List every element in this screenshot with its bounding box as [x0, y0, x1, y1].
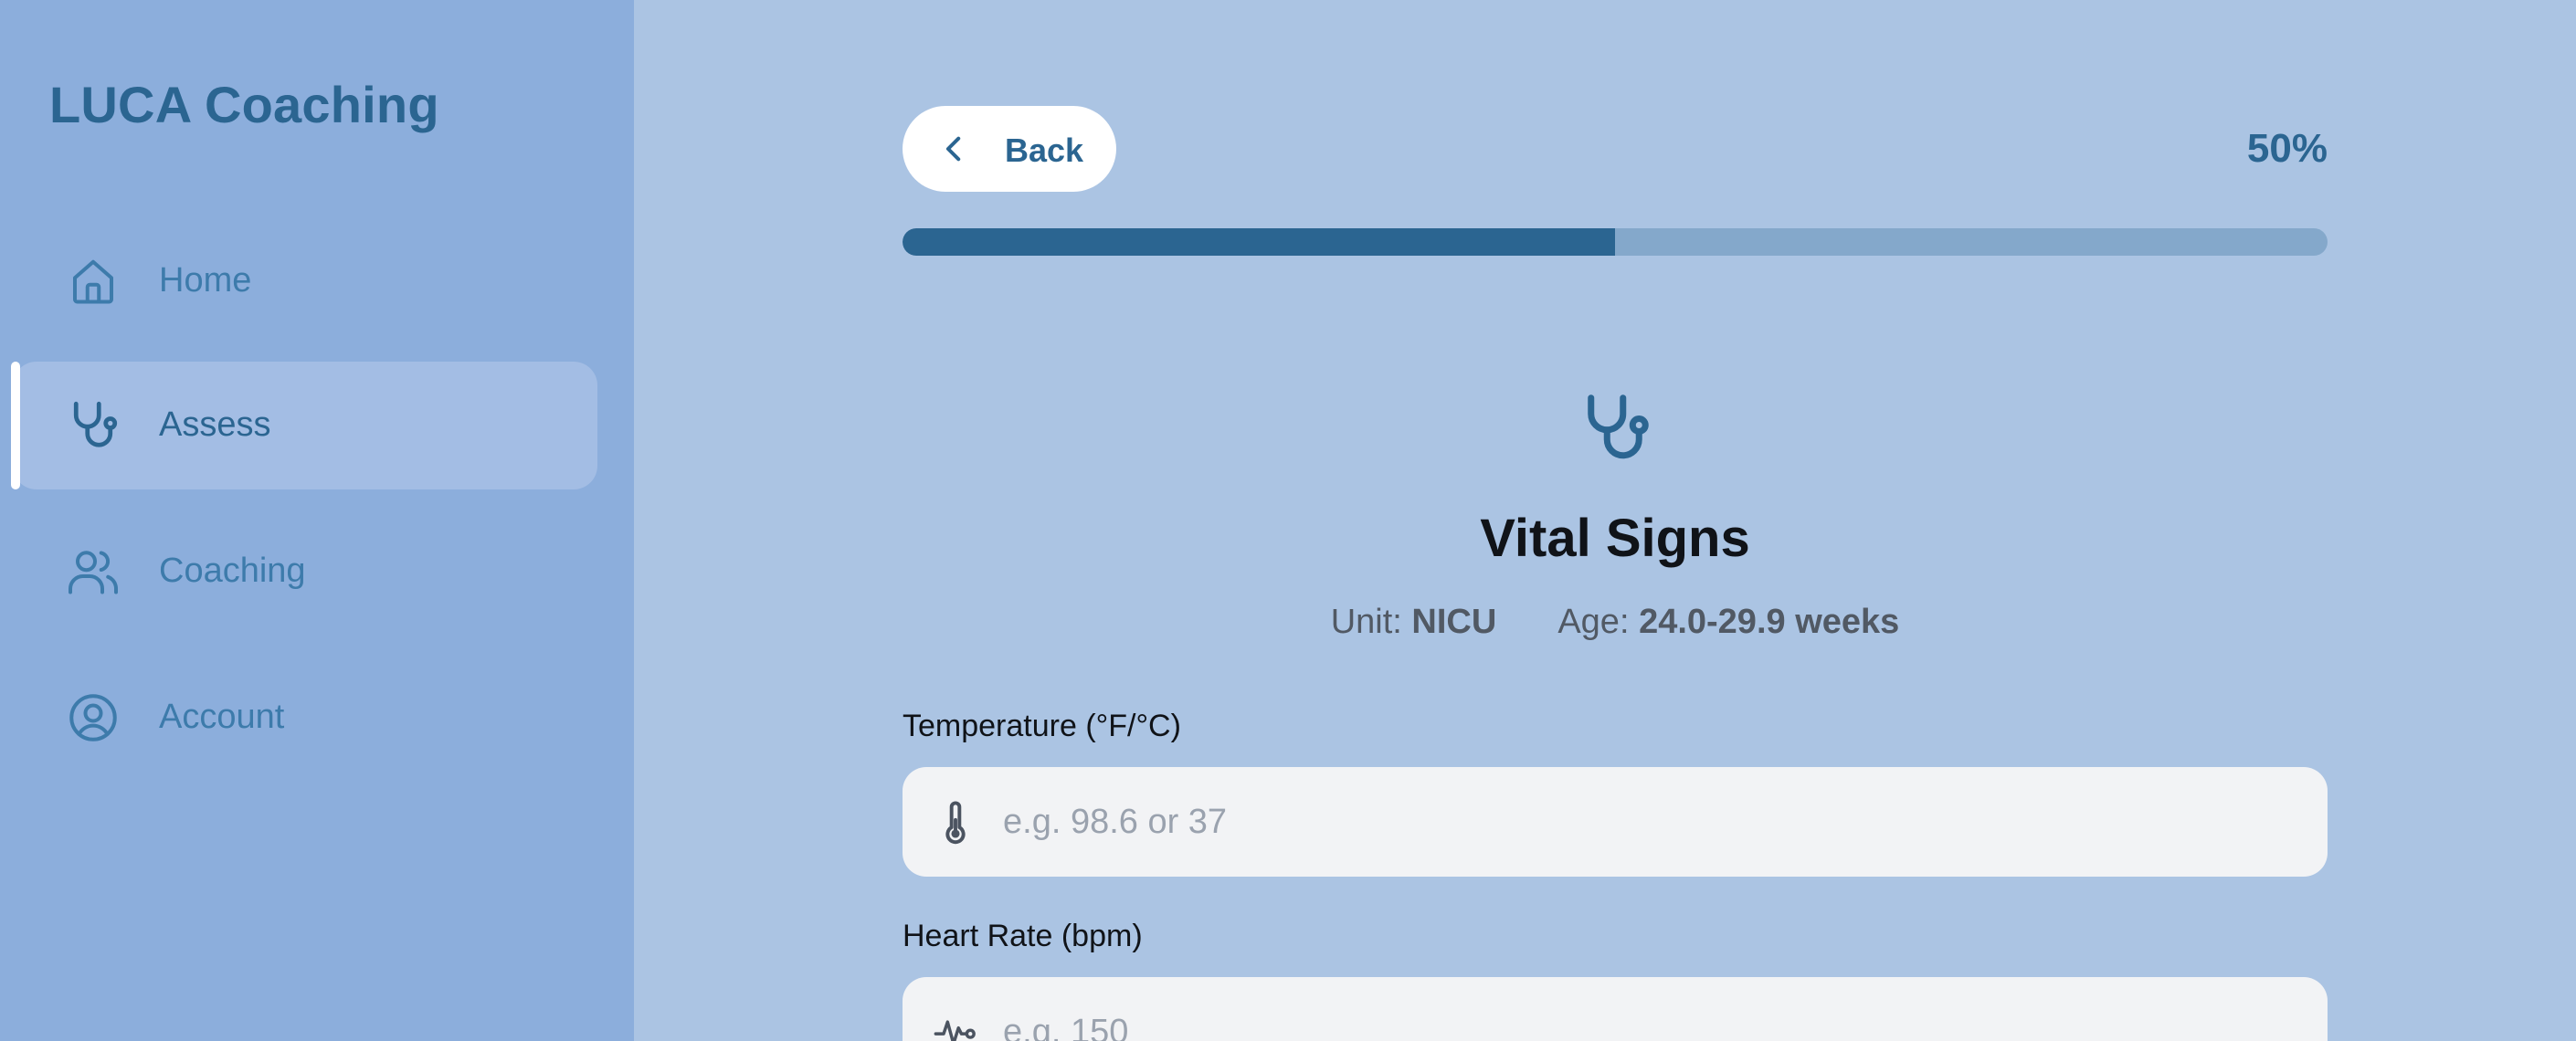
temperature-field[interactable] — [903, 767, 2328, 877]
user-circle-icon — [66, 689, 121, 746]
progress-bar — [903, 228, 2328, 256]
sidebar-item-label: Home — [159, 261, 252, 300]
age-label: Age: — [1557, 603, 1630, 641]
sidebar-item-label: Coaching — [159, 552, 306, 590]
app-title: LUCA Coaching — [49, 76, 439, 133]
section-title: Vital Signs — [1480, 509, 1750, 568]
heart-rate-field[interactable] — [903, 977, 2328, 1041]
heart-pulse-icon — [932, 1008, 979, 1041]
thermometer-icon — [932, 798, 979, 846]
sidebar: LUCA Coaching Home Assess Coaching Accou… — [0, 0, 634, 1041]
sidebar-item-home[interactable]: Home — [13, 217, 597, 345]
sidebar-item-label: Assess — [159, 405, 271, 444]
users-icon — [66, 543, 121, 600]
back-button[interactable]: Back — [903, 106, 1116, 192]
sidebar-item-coaching[interactable]: Coaching — [13, 508, 597, 636]
sidebar-item-label: Account — [159, 698, 285, 736]
heart-rate-label: Heart Rate (bpm) — [903, 919, 1143, 953]
patient-meta: Unit: NICU Age: 24.0-29.9 weeks — [903, 603, 2328, 642]
temperature-label: Temperature (°F/°C) — [903, 709, 1181, 743]
unit-label: Unit: — [1330, 603, 1402, 641]
sidebar-item-account[interactable]: Account — [13, 654, 597, 782]
temperature-input[interactable] — [1003, 767, 2300, 877]
stethoscope-icon — [1577, 387, 1653, 469]
active-indicator — [11, 362, 20, 489]
stethoscope-icon — [66, 397, 121, 454]
sidebar-item-assess[interactable]: Assess — [11, 362, 597, 489]
heart-rate-input[interactable] — [1003, 977, 2300, 1041]
progress-percent: 50% — [2246, 126, 2328, 171]
progress-fill — [903, 228, 1615, 256]
home-icon — [66, 253, 121, 310]
age-value: 24.0-29.9 weeks — [1639, 603, 1900, 641]
unit-value: NICU — [1411, 603, 1497, 641]
back-button-label: Back — [1005, 131, 1084, 169]
chevron-left-icon — [939, 133, 970, 164]
